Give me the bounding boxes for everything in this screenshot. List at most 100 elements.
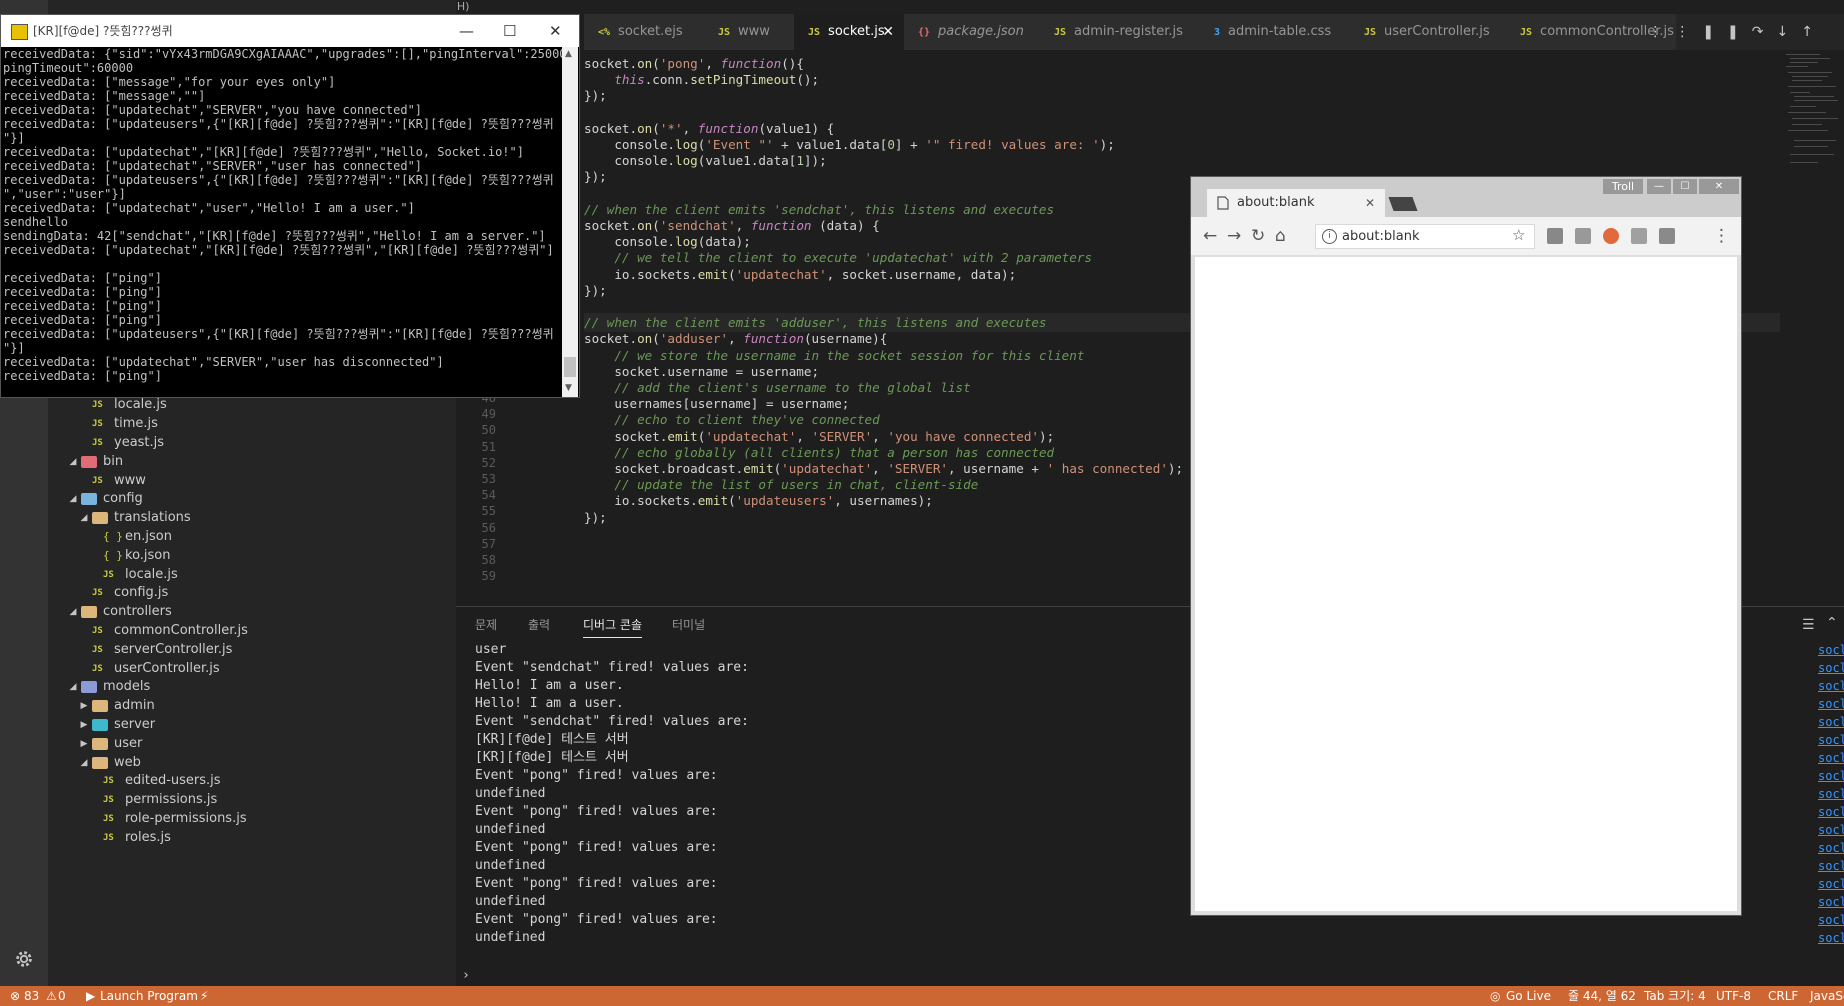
tab-close-icon[interactable]: ✕	[1365, 189, 1375, 217]
tab-www[interactable]: JS www	[704, 14, 795, 50]
source-link[interactable]: socl	[1818, 895, 1844, 909]
play-icon[interactable]: ▶	[86, 986, 95, 1006]
minimap[interactable]	[1780, 50, 1844, 606]
reload-icon[interactable]: ↻	[1251, 217, 1265, 255]
profile-button[interactable]: Troll	[1603, 179, 1643, 194]
editor-action-icon[interactable]: ↓	[1777, 24, 1802, 40]
panel-tab[interactable]: 문제	[475, 616, 497, 633]
panel-collapse-icon[interactable]: ⌃	[1826, 615, 1838, 631]
maximize-icon[interactable]: ☐	[503, 15, 516, 47]
browser-tab[interactable]: about:blank ✕	[1207, 189, 1385, 217]
panel-menu-icon[interactable]: ☰	[1802, 617, 1815, 633]
code-line[interactable]: });	[584, 281, 607, 300]
tab-usercontroller-js[interactable]: JS userController.js	[1350, 14, 1507, 50]
source-link[interactable]: socl	[1818, 769, 1844, 783]
browser-maximize-icon[interactable]: ☐	[1673, 179, 1697, 194]
source-link[interactable]: socl	[1818, 877, 1844, 891]
folder-icon	[92, 700, 108, 713]
forward-icon[interactable]: →	[1227, 217, 1241, 255]
source-link[interactable]: socl	[1818, 823, 1844, 837]
gear-icon[interactable]	[13, 948, 35, 970]
tab-close-icon[interactable]: ✕	[882, 14, 894, 50]
bookmark-star-icon[interactable]: ☆	[1512, 226, 1525, 244]
address-bar[interactable]: i about:blank ☆	[1315, 224, 1535, 249]
download-extension-icon[interactable]	[1547, 228, 1563, 244]
browser-titlebar[interactable]: Troll — ☐ ✕ about:blank ✕	[1191, 177, 1741, 217]
code-line[interactable]: });	[584, 508, 607, 527]
source-link[interactable]: socl	[1818, 859, 1844, 873]
browser-menu-icon[interactable]: ⋮	[1713, 217, 1730, 255]
home-icon[interactable]: ⌂	[1275, 217, 1286, 255]
source-link[interactable]: socl	[1818, 661, 1844, 675]
source-link[interactable]: socl	[1818, 751, 1844, 765]
source-link[interactable]: socl	[1818, 787, 1844, 801]
tree-item[interactable]: JS roles.js	[48, 827, 456, 849]
editor-action-icon[interactable]: ↷	[1752, 24, 1777, 40]
close-icon[interactable]: ✕	[549, 15, 562, 47]
source-link[interactable]: socl	[1818, 715, 1844, 729]
panel-tab[interactable]: 디버그 콘솔	[583, 616, 643, 638]
code-line[interactable]: this.conn.setPingTimeout();	[584, 70, 819, 89]
source-link[interactable]: socl	[1818, 697, 1844, 711]
go-live[interactable]: Go Live	[1506, 986, 1551, 1006]
browser-close-icon[interactable]: ✕	[1699, 179, 1739, 194]
console-scroll-thumb[interactable]	[564, 357, 576, 377]
source-link[interactable]: socl	[1818, 805, 1844, 819]
source-link[interactable]: socl	[1818, 643, 1844, 657]
error-icon[interactable]: ⊗	[10, 986, 20, 1006]
editor-action-icon[interactable]: ❚❚	[1702, 24, 1751, 40]
source-link[interactable]: socl	[1818, 733, 1844, 747]
console-input[interactable]: ›	[462, 968, 470, 983]
code-line[interactable]: console.log(value1.data[1]);	[584, 151, 826, 170]
code-line[interactable]: io.sockets.emit('updateusers', usernames…	[584, 491, 933, 510]
browser-window[interactable]: Troll — ☐ ✕ about:blank ✕ ← → ↻ ⌂ i abou…	[1190, 176, 1742, 916]
launch-program[interactable]: Launch Program	[100, 986, 198, 1006]
warning-count[interactable]: 0	[58, 986, 66, 1006]
console-window-titlebar[interactable]: [KR][f@de] ?뜻힘???썽퀴 — ☐ ✕	[1, 15, 579, 47]
tab-admin-register-js[interactable]: JS admin-register.js	[1040, 14, 1201, 50]
panel-tab[interactable]: 터미널	[672, 616, 705, 633]
source-link[interactable]: socl	[1818, 931, 1844, 945]
code-line[interactable]: });	[584, 86, 607, 105]
source-link[interactable]: socl	[1818, 913, 1844, 927]
source-link[interactable]: socl	[1818, 679, 1844, 693]
console-output-line: receivedData: ["updateusers",{"[KR][f@de…	[3, 327, 554, 341]
info-icon[interactable]: i	[1322, 229, 1337, 244]
folder-icon	[81, 681, 97, 694]
console-output-line: receivedData: ["ping"]	[3, 285, 162, 299]
broadcast-icon[interactable]: ◎	[1490, 986, 1500, 1006]
browser-page-content[interactable]	[1195, 257, 1737, 911]
console-scrollbar[interactable]: ▲ ▼	[562, 47, 578, 397]
minimize-icon[interactable]: —	[459, 15, 474, 47]
warning-icon[interactable]: ⚠	[46, 986, 57, 1006]
browser-minimize-icon[interactable]: —	[1647, 179, 1671, 194]
editor-action-icon[interactable]: ↑	[1801, 24, 1826, 40]
editor-actions[interactable]: ⋮⋮❚❚↷↓↑	[1648, 14, 1826, 50]
console-window[interactable]: [KR][f@de] ?뜻힘???썽퀴 — ☐ ✕ receivedData: …	[0, 14, 580, 398]
tab-size[interactable]: Tab 크기: 4	[1644, 986, 1706, 1006]
language-mode[interactable]: JavaScript	[1810, 986, 1844, 1006]
tab-socket-js[interactable]: JS socket.js ✕	[794, 14, 905, 50]
code-line[interactable]: });	[584, 167, 607, 186]
cursor-position[interactable]: 줄 44, 열 62	[1568, 986, 1636, 1006]
reader-extension-icon[interactable]	[1575, 228, 1591, 244]
tab-admin-table-css[interactable]: 3 admin-table.css	[1200, 14, 1351, 50]
eol[interactable]: CRLF	[1768, 986, 1798, 1006]
source-link[interactable]: socl	[1818, 841, 1844, 855]
console-line: Event "pong" fired! values are:	[475, 840, 718, 855]
back-icon[interactable]: ←	[1203, 217, 1217, 255]
lightning-icon[interactable]: ⚡	[200, 986, 208, 1006]
console-output-line: receivedData: ["updatechat","user","Hell…	[3, 201, 415, 215]
code-line[interactable]: io.sockets.emit('updatechat', socket.use…	[584, 265, 1016, 284]
tab-package-json[interactable]: {} package.json	[904, 14, 1041, 50]
panel-tab[interactable]: 출력	[528, 616, 550, 633]
error-count[interactable]: 83	[24, 986, 39, 1006]
new-tab-button[interactable]	[1388, 197, 1418, 211]
translate-extension-icon[interactable]	[1631, 228, 1647, 244]
address-text[interactable]: about:blank	[1342, 225, 1420, 248]
camera-extension-icon[interactable]	[1659, 228, 1675, 244]
adblock-extension-icon[interactable]	[1603, 228, 1619, 244]
tab-socket-ejs[interactable]: <% socket.ejs	[584, 14, 705, 50]
editor-action-icon[interactable]: ⋮⋮	[1648, 24, 1702, 40]
encoding[interactable]: UTF-8	[1716, 986, 1751, 1006]
